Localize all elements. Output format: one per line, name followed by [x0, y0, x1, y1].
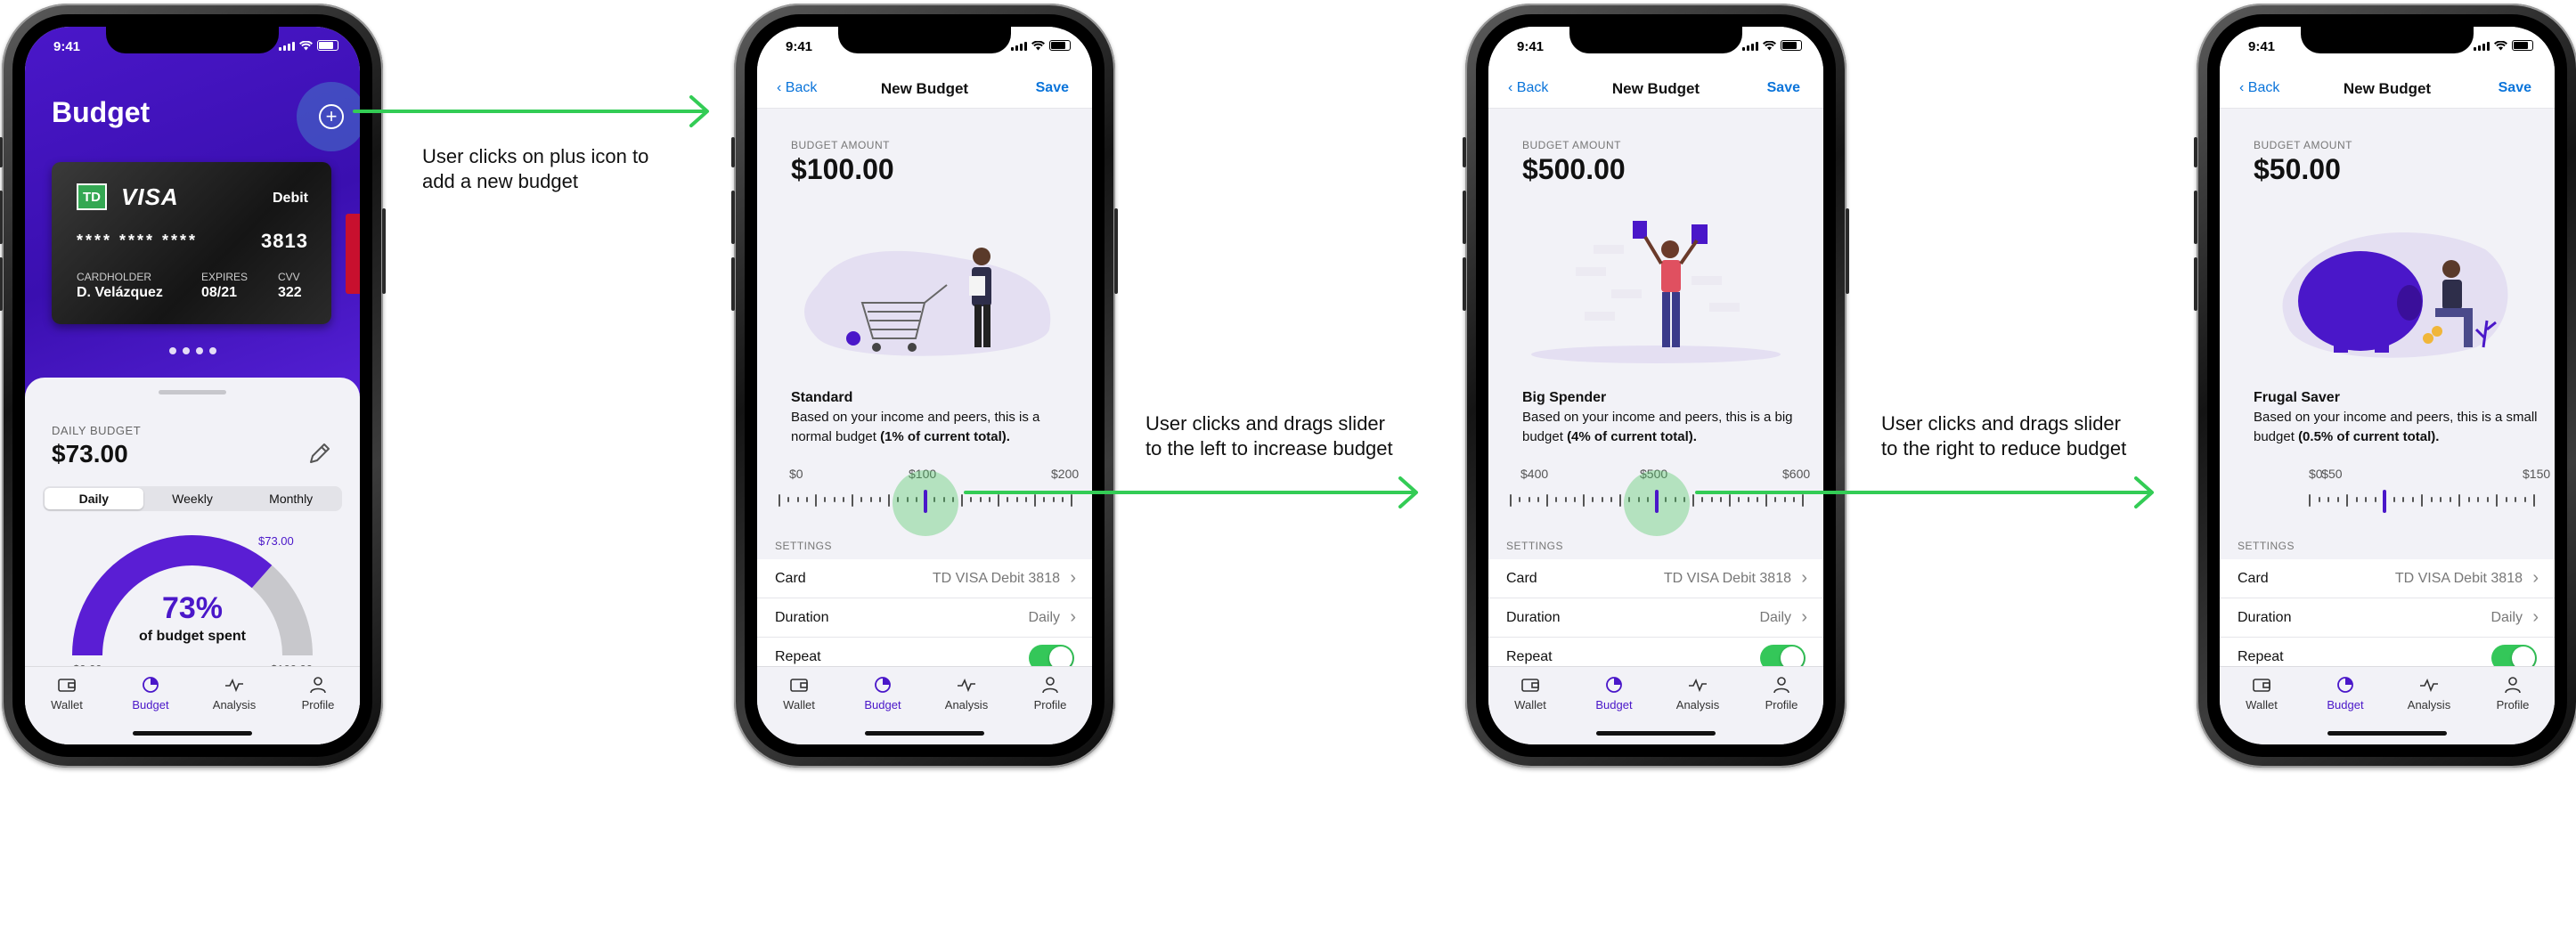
arrow-to-frugal-saver: [1695, 476, 2154, 508]
cellular-signal-icon: [1742, 42, 1758, 51]
wifi-icon: [299, 41, 313, 51]
status-time: 9:41: [53, 39, 81, 54]
status-time: 9:41: [786, 39, 813, 54]
status-icons: [1011, 40, 1071, 51]
battery-icon: [1049, 40, 1071, 51]
status-time: 9:41: [2248, 39, 2276, 54]
cellular-signal-icon: [279, 42, 295, 51]
battery-icon: [2512, 40, 2533, 51]
status-time: 9:41: [1517, 39, 1545, 54]
status-icons: [279, 40, 338, 51]
arrow-to-big-spender: [964, 476, 1418, 508]
wifi-icon: [2494, 41, 2507, 51]
battery-icon: [1781, 40, 1802, 51]
wifi-icon: [1763, 41, 1776, 51]
cellular-signal-icon: [2474, 42, 2490, 51]
wifi-icon: [1031, 41, 1045, 51]
arrow-to-new-budget: [353, 95, 709, 127]
battery-icon: [317, 40, 338, 51]
status-icons: [2474, 40, 2533, 51]
flow-arrows: [353, 95, 2154, 508]
status-icons: [1742, 40, 1802, 51]
cellular-signal-icon: [1011, 42, 1027, 51]
